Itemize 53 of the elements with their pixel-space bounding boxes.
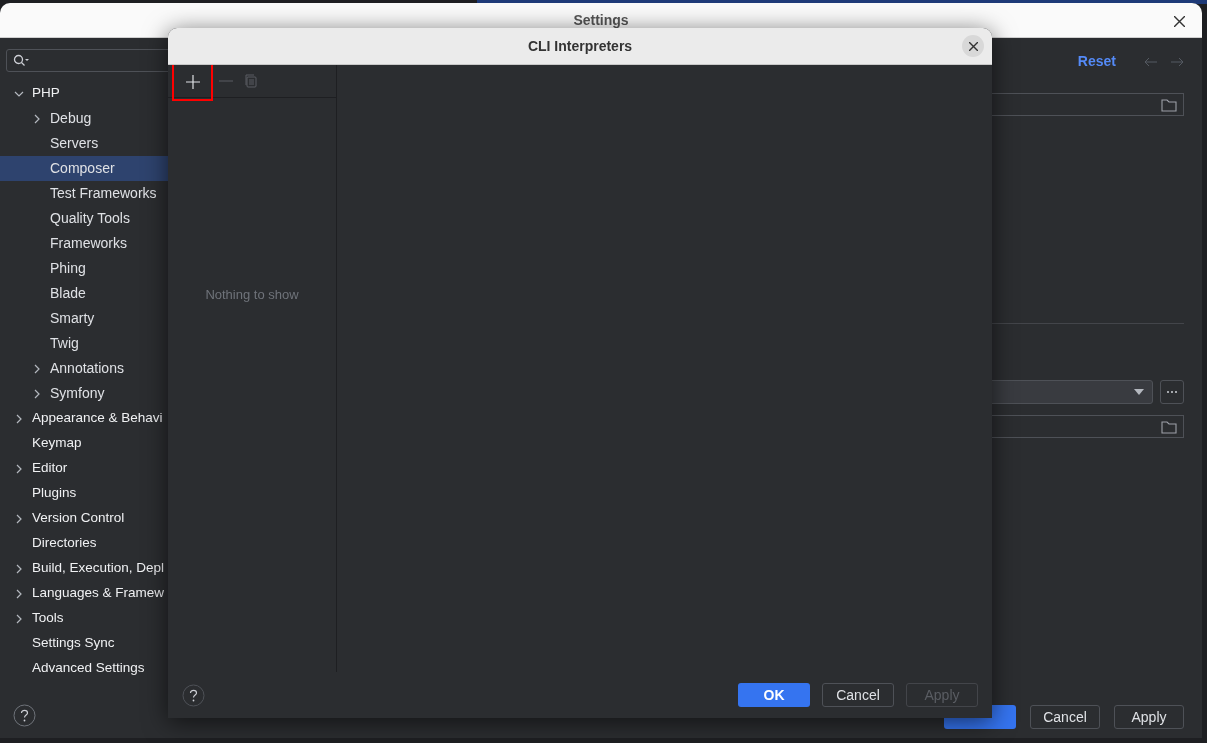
- chevron-right-icon[interactable]: [14, 613, 24, 624]
- tree-item[interactable]: Advanced Settings: [32, 658, 145, 679]
- close-button[interactable]: [962, 35, 984, 57]
- chevron-right-icon[interactable]: [14, 563, 24, 574]
- chevron-right-icon[interactable]: [32, 388, 42, 399]
- reset-link[interactable]: Reset: [1077, 51, 1116, 72]
- tree-item[interactable]: Blade: [50, 283, 86, 304]
- tree-item[interactable]: Frameworks: [50, 233, 127, 254]
- tree-item[interactable]: Smarty: [50, 308, 95, 329]
- close-icon: [968, 41, 978, 51]
- tree-item[interactable]: Symfony: [50, 383, 105, 404]
- caret-icon: [1134, 389, 1144, 395]
- tree-item[interactable]: Servers: [50, 133, 99, 154]
- tree-item[interactable]: Quality Tools: [50, 208, 130, 229]
- chevron-right-icon[interactable]: [32, 363, 42, 374]
- chevron-right-icon[interactable]: [14, 413, 24, 424]
- tree-item[interactable]: Appearance & Behavi: [32, 408, 163, 429]
- tree-item[interactable]: Phing: [50, 258, 86, 279]
- chevron-right-icon[interactable]: [32, 113, 42, 124]
- window-title: Settings: [573, 10, 629, 30]
- search-icon: [13, 54, 29, 67]
- tree-item[interactable]: Directories: [32, 533, 97, 554]
- copy-icon: [244, 74, 258, 88]
- chevron-right-icon[interactable]: [14, 588, 24, 599]
- dialog-button[interactable]: Cancel: [822, 683, 894, 707]
- tree-item[interactable]: PHP: [32, 83, 60, 104]
- help-icon[interactable]: [13, 704, 36, 727]
- close-icon[interactable]: [1174, 16, 1185, 27]
- folder-icon[interactable]: [1161, 97, 1177, 112]
- folder-icon[interactable]: [1161, 419, 1177, 434]
- browse-button[interactable]: [1160, 380, 1184, 404]
- help-icon[interactable]: [182, 683, 205, 707]
- tree-item[interactable]: Build, Execution, Depl: [32, 558, 165, 579]
- dialog-button[interactable]: Apply: [1114, 705, 1184, 729]
- dialog-title: CLI Interpreters: [527, 36, 633, 56]
- chevron-right-icon[interactable]: [14, 513, 24, 524]
- tree-item[interactable]: Debug: [50, 108, 92, 129]
- plus-icon: [185, 75, 200, 89]
- tree-item[interactable]: Settings Sync: [32, 633, 115, 654]
- tree-item[interactable]: Version Control: [32, 508, 125, 529]
- tree-item[interactable]: Keymap: [32, 433, 82, 454]
- tree-item[interactable]: Languages & Framew: [32, 583, 165, 604]
- tree-item[interactable]: Annotations: [50, 358, 124, 379]
- toolbar-button[interactable]: [172, 63, 213, 101]
- chevron-right-icon[interactable]: [14, 463, 24, 474]
- empty-state-text: Nothing to show: [205, 286, 299, 304]
- tree-item[interactable]: Editor: [32, 458, 68, 479]
- dialog-button[interactable]: Cancel: [1030, 705, 1100, 729]
- tree-item[interactable]: Plugins: [32, 483, 77, 504]
- tree-item[interactable]: Tools: [32, 608, 64, 629]
- dialog-button[interactable]: OK: [738, 683, 810, 707]
- tree-item[interactable]: Test Frameworks: [50, 183, 157, 204]
- tree-item[interactable]: Twig: [50, 333, 79, 354]
